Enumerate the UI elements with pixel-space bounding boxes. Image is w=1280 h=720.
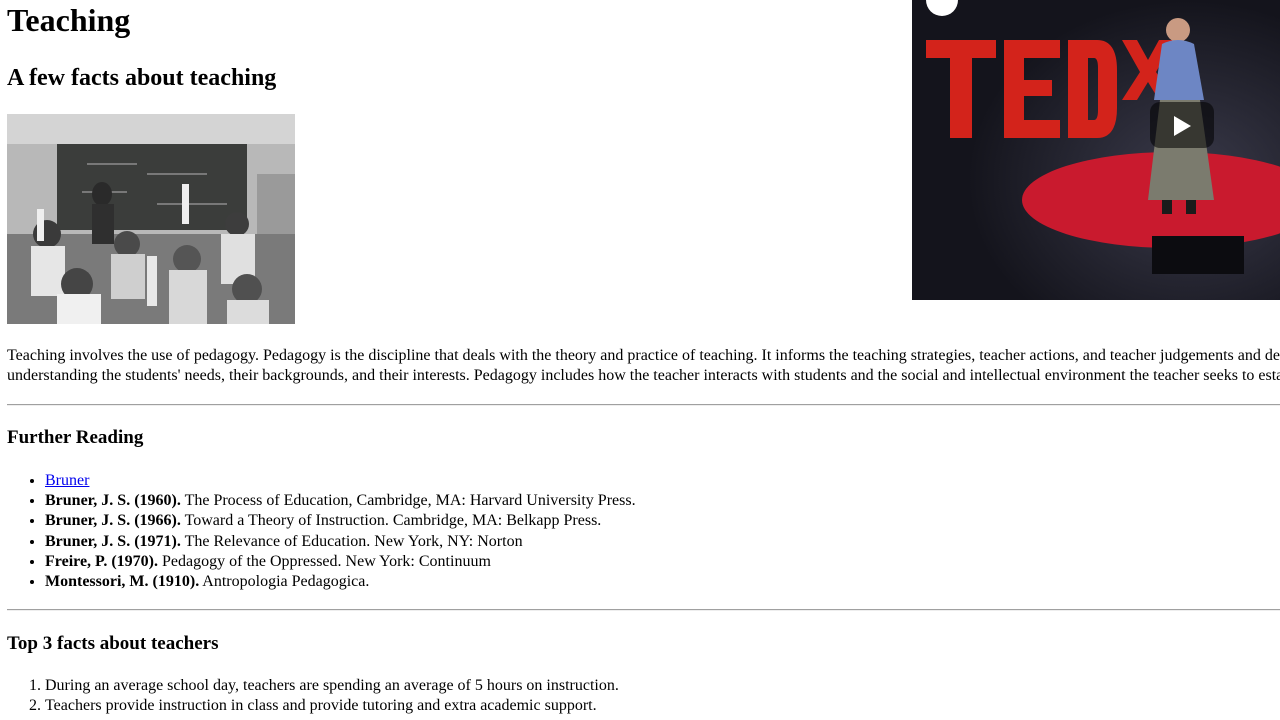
tedx-video[interactable]	[912, 0, 1280, 300]
list-item: Bruner, J. S. (1971). The Relevance of E…	[45, 532, 636, 552]
list-item: Bruner, J. S. (1966). Toward a Theory of…	[45, 511, 636, 531]
reference-title: Pedagogy of the Oppressed. New York: Con…	[158, 552, 491, 570]
reference-title: Toward a Theory of Instruction. Cambridg…	[180, 512, 602, 530]
reference-author: Bruner, J. S. (1960).	[45, 492, 181, 510]
further-reading-heading: Further Reading	[7, 427, 144, 448]
page: Teaching A few facts about teaching Teac…	[0, 0, 1280, 720]
list-item: Bruner	[45, 471, 636, 491]
list-item: Teachers provide instruction in class an…	[45, 696, 619, 716]
reference-title: The Process of Education, Cambridge, MA:…	[180, 492, 636, 510]
intro-line: understanding the students' needs, their…	[7, 367, 1280, 384]
reference-author: Bruner, J. S. (1966).	[45, 512, 181, 530]
page-title: Teaching	[7, 2, 131, 38]
top-facts-heading: Top 3 facts about teachers	[7, 633, 219, 654]
list-item: During an average school day, teachers a…	[45, 676, 619, 696]
list-item: Montessori, M. (1910). Antropologia Peda…	[45, 572, 636, 592]
list-item: Freire, P. (1970). Pedagogy of the Oppre…	[45, 552, 636, 572]
classroom-photo	[7, 114, 295, 324]
bruner-link[interactable]: Bruner	[45, 472, 89, 489]
reference-title: The Relevance of Education. New York, NY…	[180, 532, 523, 550]
intro-paragraph: Teaching involves the use of pedagogy. P…	[7, 346, 1280, 386]
reference-author: Bruner, J. S. (1971).	[45, 532, 181, 550]
divider	[7, 609, 1280, 611]
reference-title: Antropologia Pedagogica.	[199, 573, 370, 591]
further-reading-list: Bruner Bruner, J. S. (1960). The Process…	[7, 471, 636, 592]
intro-line: Teaching involves the use of pedagogy. P…	[7, 347, 1280, 364]
page-subtitle: A few facts about teaching	[7, 65, 277, 91]
divider	[7, 404, 1280, 406]
reference-author: Freire, P. (1970).	[45, 552, 159, 570]
list-item: Bruner, J. S. (1960). The Process of Edu…	[45, 491, 636, 511]
top-facts-list: During an average school day, teachers a…	[7, 676, 619, 716]
reference-author: Montessori, M. (1910).	[45, 573, 200, 591]
